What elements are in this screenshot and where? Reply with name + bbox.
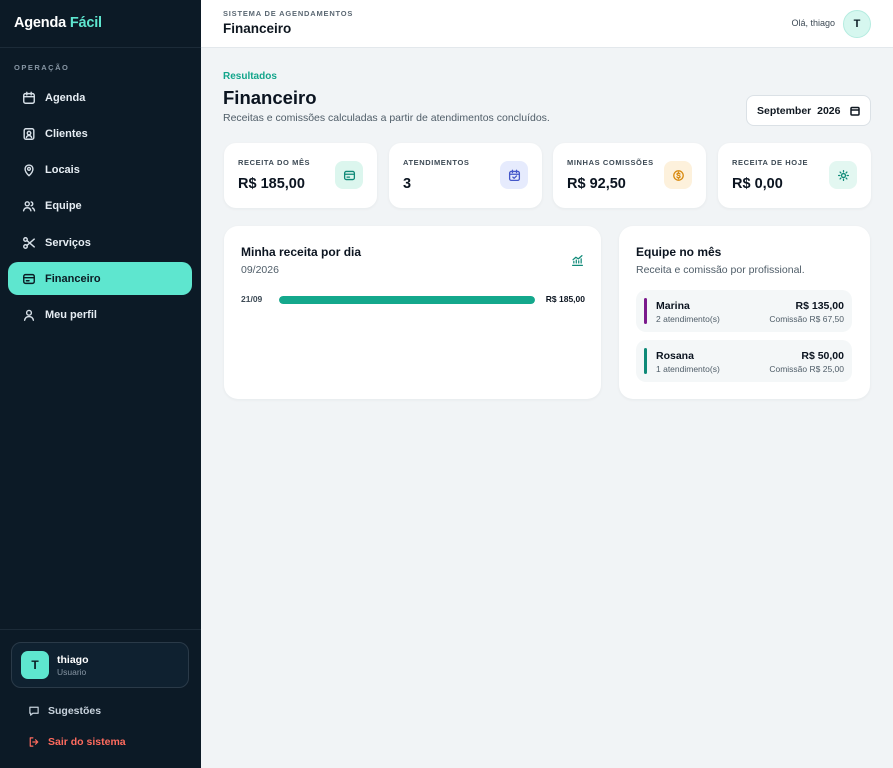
avatar[interactable]: T bbox=[843, 10, 871, 38]
scissors-icon bbox=[22, 236, 36, 250]
stat-card-commissions: MINHAS COMISSÕES R$ 92,50 bbox=[553, 143, 706, 208]
user-name: thiago bbox=[57, 653, 89, 666]
suggestions-link[interactable]: Sugestões bbox=[28, 705, 101, 717]
stat-value: R$ 0,00 bbox=[732, 176, 783, 192]
app-kicker: SISTEMA DE AGENDAMENTOS bbox=[223, 9, 354, 18]
calendar-check-icon bbox=[500, 161, 528, 189]
logout-label: Sair do sistema bbox=[48, 736, 126, 748]
bar-value: R$ 185,00 bbox=[545, 294, 585, 304]
sidebar-item-equipe[interactable]: Equipe bbox=[8, 190, 192, 223]
top-title: Financeiro bbox=[223, 21, 292, 36]
card-title: Equipe no mês bbox=[636, 245, 722, 259]
brand-logo[interactable]: Agenda Fácil bbox=[14, 15, 102, 31]
card-title: Minha receita por dia bbox=[241, 245, 362, 259]
stat-label: ATENDIMENTOS bbox=[403, 158, 470, 167]
sidebar-item-label: Meu perfil bbox=[45, 309, 97, 322]
bar-fill bbox=[279, 295, 535, 304]
member-color-stripe bbox=[644, 298, 647, 324]
brand-name: Agenda bbox=[14, 15, 66, 31]
daily-revenue-card: Minha receita por dia 09/2026 21/09 R$ 1… bbox=[224, 226, 601, 399]
team-card: Equipe no mês Receita e comissão por pro… bbox=[619, 226, 870, 399]
sidebar-item-label: Locais bbox=[45, 164, 80, 177]
page-subtitle: Receitas e comissões calculadas a partir… bbox=[223, 112, 550, 124]
sidebar-item-meu-perfil[interactable]: Meu perfil bbox=[8, 299, 192, 332]
member-name: Marina bbox=[656, 300, 690, 312]
bar-track bbox=[279, 295, 535, 304]
stat-value: 3 bbox=[403, 176, 412, 192]
stat-label: RECEITA DE HOJE bbox=[732, 158, 809, 167]
trend-chart-icon bbox=[572, 255, 583, 266]
member-count: 2 atendimento(s) bbox=[656, 314, 720, 324]
member-total: R$ 135,00 bbox=[795, 300, 844, 312]
team-member-row[interactable]: Rosana 1 atendimento(s) R$ 50,00 Comissã… bbox=[636, 340, 852, 382]
sidebar-item-agenda[interactable]: Agenda bbox=[8, 81, 192, 114]
member-total: R$ 50,00 bbox=[801, 350, 844, 362]
sidebar-section-label: OPERAÇÃO bbox=[14, 63, 70, 72]
sidebar-item-label: Agenda bbox=[45, 91, 86, 104]
brand-accent: Fácil bbox=[69, 15, 102, 31]
calendar-icon bbox=[22, 91, 36, 105]
card-subtitle: Receita e comissão por profissional. bbox=[636, 264, 805, 276]
calendar-icon bbox=[850, 106, 860, 116]
daily-bar-row: 21/09 R$ 185,00 bbox=[241, 293, 585, 305]
month-picker[interactable]: September 2026 bbox=[746, 95, 871, 126]
stat-label: RECEITA DO MÊS bbox=[238, 158, 311, 167]
stat-value: R$ 92,50 bbox=[567, 176, 626, 192]
sidebar-item-clientes[interactable]: Clientes bbox=[8, 117, 192, 150]
member-name: Rosana bbox=[656, 350, 694, 362]
contact-card-icon bbox=[22, 127, 36, 141]
sidebar-nav: Agenda Clientes Locais Equipe Serviços F… bbox=[8, 81, 192, 335]
logout-link[interactable]: Sair do sistema bbox=[28, 736, 126, 748]
top-bar: SISTEMA DE AGENDAMENTOS Financeiro Olá, … bbox=[201, 0, 893, 48]
wallet-icon bbox=[335, 161, 363, 189]
user-icon bbox=[22, 308, 36, 322]
user-role: Usuario bbox=[57, 666, 87, 677]
bar-day-label: 21/09 bbox=[241, 294, 263, 304]
stat-card-monthly-revenue: RECEITA DO MÊS R$ 185,00 bbox=[224, 143, 377, 208]
member-commission: Comissão R$ 25,00 bbox=[769, 364, 844, 374]
page-title: Financeiro bbox=[223, 87, 317, 108]
member-commission: Comissão R$ 67,50 bbox=[769, 314, 844, 324]
sidebar-item-financeiro[interactable]: Financeiro bbox=[8, 262, 192, 296]
sidebar-item-label: Serviços bbox=[45, 236, 91, 249]
month-value: September 2026 bbox=[757, 104, 841, 117]
stat-label: MINHAS COMISSÕES bbox=[567, 158, 654, 167]
sidebar: Agenda Fácil OPERAÇÃO Agenda Clientes Lo… bbox=[0, 0, 201, 768]
page-kicker: Resultados bbox=[223, 71, 277, 82]
users-icon bbox=[22, 199, 36, 213]
sidebar-item-label: Financeiro bbox=[45, 272, 101, 285]
team-member-row[interactable]: Marina 2 atendimento(s) R$ 135,00 Comiss… bbox=[636, 290, 852, 332]
user-card[interactable]: T thiago Usuario bbox=[11, 642, 189, 688]
stat-card-today-revenue: RECEITA DE HOJE R$ 0,00 bbox=[718, 143, 871, 208]
sun-icon bbox=[829, 161, 857, 189]
sidebar-item-locais[interactable]: Locais bbox=[8, 154, 192, 187]
chat-icon bbox=[29, 706, 39, 716]
stat-card-appointments: ATENDIMENTOS 3 bbox=[389, 143, 542, 208]
sidebar-footer: T thiago Usuario Sugestões Sair do siste… bbox=[0, 629, 201, 768]
sidebar-item-label: Clientes bbox=[45, 127, 88, 140]
suggestions-label: Sugestões bbox=[48, 705, 102, 717]
map-pin-icon bbox=[22, 163, 36, 177]
logout-icon bbox=[29, 737, 39, 747]
avatar: T bbox=[21, 651, 49, 679]
wallet-icon bbox=[22, 272, 36, 286]
greeting: Olá, thiago bbox=[791, 18, 835, 28]
member-count: 1 atendimento(s) bbox=[656, 364, 720, 374]
card-subtitle: 09/2026 bbox=[241, 264, 279, 276]
stat-value: R$ 185,00 bbox=[238, 176, 305, 192]
user-info: thiago Usuario bbox=[57, 654, 89, 677]
sidebar-item-servicos[interactable]: Serviços bbox=[8, 226, 192, 259]
member-color-stripe bbox=[644, 348, 647, 374]
sidebar-item-label: Equipe bbox=[45, 200, 82, 213]
divider bbox=[0, 47, 201, 48]
coin-icon bbox=[664, 161, 692, 189]
